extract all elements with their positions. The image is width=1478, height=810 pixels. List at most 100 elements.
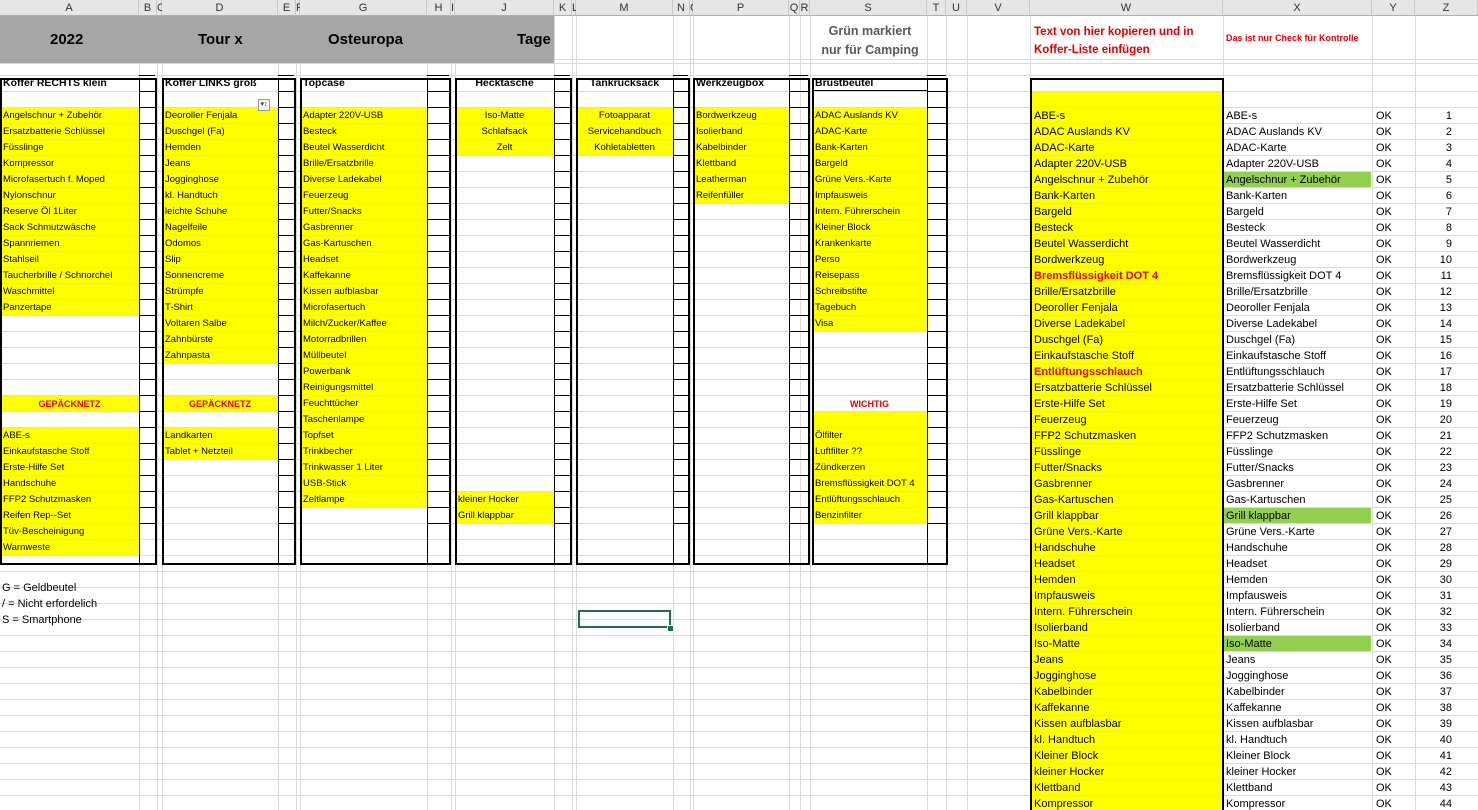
- master-item[interactable]: Klettband: [1034, 780, 1220, 796]
- master-item[interactable]: Erste-Hilfe Set: [1034, 396, 1220, 412]
- fill-handle[interactable]: [667, 625, 674, 632]
- koffer_links-item[interactable]: Duschgel (Fa): [165, 124, 275, 140]
- topcase-item[interactable]: Brille/Ersatzbrille: [303, 156, 424, 172]
- ok-status[interactable]: OK: [1376, 684, 1414, 700]
- koffer_links-section-item[interactable]: Landkarten: [165, 428, 275, 444]
- brustbeutel-section-item[interactable]: Bremsflüssigkeit DOT 4: [815, 476, 924, 492]
- check-item[interactable]: Duschgel (Fa): [1226, 332, 1371, 348]
- koffer_rechts-title[interactable]: Koffer RECHTS klein: [3, 75, 136, 91]
- check-item[interactable]: Grill klappbar: [1226, 508, 1371, 524]
- check-item[interactable]: Entlüftungsschlauch: [1226, 364, 1371, 380]
- column-header-e[interactable]: E: [278, 0, 296, 16]
- column-header-b[interactable]: B: [139, 0, 157, 16]
- row-number[interactable]: 44: [1416, 796, 1452, 810]
- check-item[interactable]: Bremsflüssigkeit DOT 4: [1226, 268, 1371, 284]
- master-item[interactable]: Entlüftungsschlauch: [1034, 364, 1220, 380]
- column-header-y[interactable]: Y: [1372, 0, 1415, 16]
- topcase-item[interactable]: Taschenlampe: [303, 412, 424, 428]
- master-item[interactable]: FFP2 Schutzmasken: [1034, 428, 1220, 444]
- ok-status[interactable]: OK: [1376, 588, 1414, 604]
- check-item[interactable]: Brille/Ersatzbrille: [1226, 284, 1371, 300]
- tankrucksack-item[interactable]: Servicehandbuch: [579, 124, 670, 140]
- topcase-item[interactable]: Adapter 220V-USB: [303, 108, 424, 124]
- ok-status[interactable]: OK: [1376, 412, 1414, 428]
- topcase-item[interactable]: Gasbrenner: [303, 220, 424, 236]
- ok-status[interactable]: OK: [1376, 284, 1414, 300]
- topcase-item[interactable]: Kissen aufblasbar: [303, 284, 424, 300]
- check-item[interactable]: Angelschnur + Zubehör: [1226, 172, 1371, 188]
- brustbeutel-section-item[interactable]: Ölfilter: [815, 428, 924, 444]
- koffer_rechts-section-item[interactable]: Tüv-Bescheinigung: [3, 524, 136, 540]
- master-item[interactable]: Bargeld: [1034, 204, 1220, 220]
- koffer_links-item[interactable]: Strümpfe: [165, 284, 275, 300]
- topcase-title[interactable]: Topcase: [303, 75, 424, 91]
- master-item[interactable]: Bremsflüssigkeit DOT 4: [1034, 268, 1220, 284]
- row-number[interactable]: 30: [1416, 572, 1452, 588]
- row-number[interactable]: 40: [1416, 732, 1452, 748]
- hecktasche-item[interactable]: Schlafsack: [458, 124, 551, 140]
- check-item[interactable]: Bargeld: [1226, 204, 1371, 220]
- row-number[interactable]: 36: [1416, 668, 1452, 684]
- row-number[interactable]: 6: [1416, 188, 1452, 204]
- row-number[interactable]: 26: [1416, 508, 1452, 524]
- row-number[interactable]: 24: [1416, 476, 1452, 492]
- koffer_rechts-section-item[interactable]: Erste-Hilfe Set: [3, 460, 136, 476]
- hecktasche-bottom-item[interactable]: kleiner Hocker: [458, 492, 551, 508]
- ok-status[interactable]: OK: [1376, 396, 1414, 412]
- brustbeutel-item[interactable]: ADAC Auslands KV: [815, 108, 924, 124]
- brustbeutel-section-item[interactable]: Zündkerzen: [815, 460, 924, 476]
- master-item[interactable]: Intern. Führerschein: [1034, 604, 1220, 620]
- topcase-item[interactable]: USB-Stick: [303, 476, 424, 492]
- master-item[interactable]: Impfausweis: [1034, 588, 1220, 604]
- check-item[interactable]: Gas-Kartuschen: [1226, 492, 1371, 508]
- row-number[interactable]: 19: [1416, 396, 1452, 412]
- koffer_links-section-title[interactable]: GEPÄCKNETZ: [165, 396, 275, 412]
- master-item[interactable]: Futter/Snacks: [1034, 460, 1220, 476]
- row-number[interactable]: 4: [1416, 156, 1452, 172]
- row-number[interactable]: 39: [1416, 716, 1452, 732]
- row-number[interactable]: 42: [1416, 764, 1452, 780]
- row-number[interactable]: 41: [1416, 748, 1452, 764]
- check-item[interactable]: Headset: [1226, 556, 1371, 572]
- werkzeugbox-item[interactable]: Isolierband: [696, 124, 786, 140]
- column-header-z[interactable]: Z: [1415, 0, 1478, 16]
- hecktasche-title[interactable]: Hecktasche: [458, 75, 551, 91]
- brustbeutel-item[interactable]: Intern. Führerschein: [815, 204, 924, 220]
- koffer_rechts-item[interactable]: Spannriemen: [3, 236, 136, 252]
- column-header-k[interactable]: K: [554, 0, 572, 16]
- brustbeutel-item[interactable]: Bargeld: [815, 156, 924, 172]
- row-number[interactable]: 37: [1416, 684, 1452, 700]
- ok-status[interactable]: OK: [1376, 748, 1414, 764]
- ok-status[interactable]: OK: [1376, 620, 1414, 636]
- werkzeugbox-title[interactable]: Werkzeugbox: [696, 75, 786, 91]
- brustbeutel-section-item[interactable]: Luftfilter ??: [815, 444, 924, 460]
- ok-status[interactable]: OK: [1376, 700, 1414, 716]
- check-item[interactable]: ADAC-Karte: [1226, 140, 1371, 156]
- column-header-v[interactable]: V: [967, 0, 1030, 16]
- ok-status[interactable]: OK: [1376, 316, 1414, 332]
- row-number[interactable]: 13: [1416, 300, 1452, 316]
- column-header-h[interactable]: H: [427, 0, 451, 16]
- row-number[interactable]: 32: [1416, 604, 1452, 620]
- koffer_rechts-item[interactable]: Nylonschnur: [3, 188, 136, 204]
- topcase-item[interactable]: Besteck: [303, 124, 424, 140]
- check-item[interactable]: Bank-Karten: [1226, 188, 1371, 204]
- master-item[interactable]: Jogginghose: [1034, 668, 1220, 684]
- ok-status[interactable]: OK: [1376, 572, 1414, 588]
- brustbeutel-item[interactable]: Krankenkarte: [815, 236, 924, 252]
- ok-status[interactable]: OK: [1376, 428, 1414, 444]
- check-item[interactable]: Bordwerkzeug: [1226, 252, 1371, 268]
- check-item[interactable]: Futter/Snacks: [1226, 460, 1371, 476]
- koffer_rechts-section-item[interactable]: Warnweste: [3, 540, 136, 556]
- banner-year[interactable]: 2022: [50, 30, 83, 50]
- check-item[interactable]: kl. Handtuch: [1226, 732, 1371, 748]
- column-header-t[interactable]: T: [927, 0, 946, 16]
- koffer_links-item[interactable]: leichte Schuhe: [165, 204, 275, 220]
- koffer_rechts-item[interactable]: Angelschnur + Zubehör: [3, 108, 136, 124]
- row-number[interactable]: 17: [1416, 364, 1452, 380]
- check-item[interactable]: Ersatzbatterie Schlüssel: [1226, 380, 1371, 396]
- row-number[interactable]: 11: [1416, 268, 1452, 284]
- column-header-g[interactable]: G: [300, 0, 427, 16]
- row-number[interactable]: 38: [1416, 700, 1452, 716]
- koffer_links-item[interactable]: Zahnbürste: [165, 332, 275, 348]
